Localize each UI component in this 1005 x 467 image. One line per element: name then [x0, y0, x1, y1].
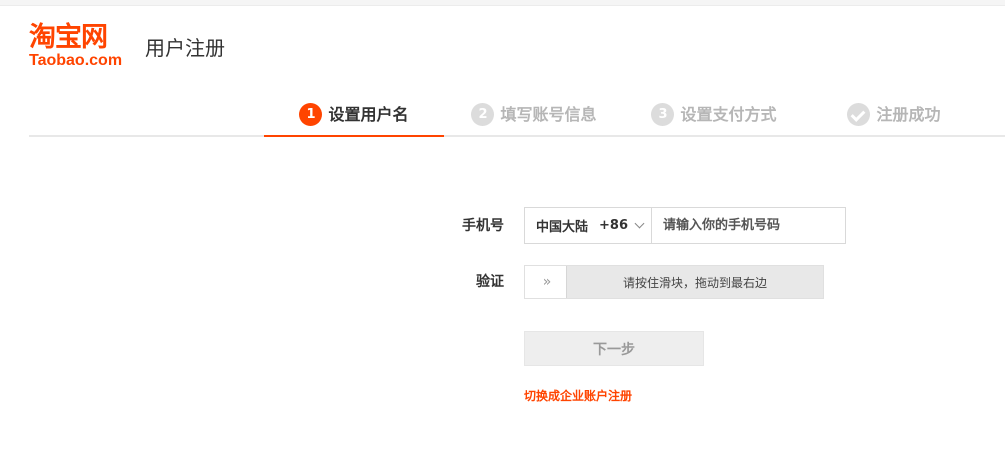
phone-field-group: 中国大陆 +86	[524, 207, 846, 244]
taobao-logo[interactable]: 淘宝网 Taobao.com	[29, 22, 139, 72]
double-chevron-right-icon: »	[542, 274, 551, 290]
step-set-username: 1 设置用户名	[264, 94, 444, 137]
region-select[interactable]: 中国大陆 +86	[525, 208, 652, 243]
slider-captcha: » 请按住滑块，拖动到最右边	[524, 265, 824, 299]
next-step-button[interactable]: 下一步	[524, 331, 704, 366]
phone-label: 手机号	[462, 218, 504, 234]
step-label: 设置用户名	[328, 104, 409, 124]
step-fill-account-info: 2 填写账号信息	[444, 94, 624, 135]
slider-handle[interactable]: »	[525, 266, 567, 298]
slider-hint: 请按住滑块，拖动到最右边	[622, 275, 767, 290]
step-label: 注册成功	[876, 104, 941, 124]
region-code: +86	[599, 218, 628, 233]
check-icon	[847, 103, 871, 126]
region-name: 中国大陆	[536, 220, 589, 235]
verify-label: 验证	[476, 274, 504, 290]
step-number-badge: 1	[299, 103, 323, 126]
logo-chinese: 淘宝网	[29, 22, 108, 53]
top-border	[0, 0, 1005, 6]
step-number-badge: 3	[651, 103, 675, 126]
step-label: 填写账号信息	[500, 104, 597, 124]
phone-input[interactable]	[652, 208, 845, 243]
step-progress: 1 设置用户名 2 填写账号信息 3 设置支付方式 注册成功	[29, 94, 1005, 137]
logo-english: Taobao.com	[29, 52, 123, 69]
page-title: 用户注册	[145, 36, 225, 60]
step-register-success: 注册成功	[804, 94, 984, 135]
step-label: 设置支付方式	[680, 104, 777, 124]
step-number-badge: 2	[471, 103, 495, 126]
switch-enterprise-link[interactable]: 切换成企业账户注册	[524, 387, 632, 404]
chevron-down-icon	[634, 218, 645, 229]
step-set-payment: 3 设置支付方式	[624, 94, 804, 135]
